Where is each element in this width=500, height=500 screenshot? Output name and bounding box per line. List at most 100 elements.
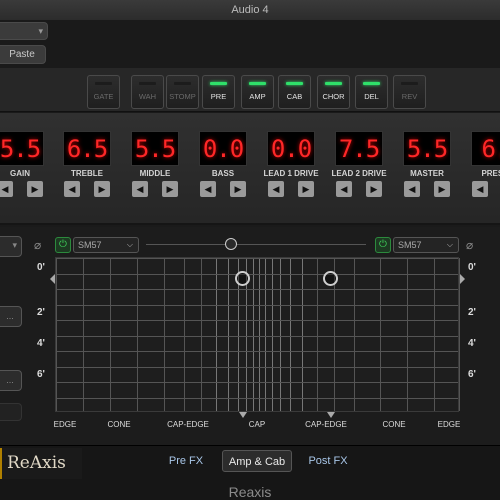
led-display[interactable]: 0.0 [199, 131, 247, 166]
pos-label-edge: EDGE [53, 420, 77, 429]
increment-icon[interactable]: ▶ [162, 181, 178, 197]
decrement-icon[interactable]: ◀ [200, 181, 216, 197]
mic-position-grid[interactable] [55, 257, 460, 412]
control-label: LEAD 2 DRIVE [331, 169, 387, 178]
tab-amp-cab[interactable]: Amp & Cab [222, 450, 292, 472]
control-middle: 5.5 MIDDLE ◀ ▶ [121, 131, 189, 197]
increment-icon[interactable]: ▶ [298, 181, 314, 197]
grid-line [56, 398, 458, 399]
grid-line [354, 258, 355, 411]
chevron-down-icon: ⌵ [126, 240, 133, 249]
decrement-icon[interactable]: ◀ [404, 181, 420, 197]
mic1-select[interactable]: SM57 ⌵ [73, 237, 139, 253]
grid-line [83, 258, 84, 411]
preset-dropdown[interactable]: ▾ [0, 22, 48, 40]
tab-pre-fx[interactable]: Pre FX [158, 450, 214, 472]
increment-icon[interactable]: ▶ [94, 181, 110, 197]
control-label: LEAD 1 DRIVE [263, 169, 319, 178]
fx-button-label: GATE [93, 92, 114, 101]
mic-blend-knob[interactable] [225, 238, 237, 250]
fx-button-chor[interactable]: CHOR [317, 75, 350, 109]
increment-icon[interactable]: ▶ [27, 181, 43, 197]
grid-line [56, 289, 458, 290]
fx-button-pre[interactable]: PRE [202, 75, 235, 109]
grid-line [434, 258, 435, 411]
paste-button[interactable]: Paste [0, 45, 46, 64]
control-label: MASTER [410, 169, 444, 178]
decrement-icon[interactable]: ◀ [132, 181, 148, 197]
phase-invert-icon[interactable]: ⌀ [34, 238, 41, 252]
tab-post-fx[interactable]: Post FX [300, 450, 356, 472]
led-indicator [325, 82, 342, 85]
decrement-icon[interactable]: ◀ [64, 181, 80, 197]
left-triangle-icon [50, 274, 55, 284]
grid-line [56, 367, 458, 368]
led-indicator [286, 82, 303, 85]
mic-blend-track[interactable] [146, 244, 366, 245]
led-display[interactable]: 6.5 [63, 131, 111, 166]
fx-button-stomp[interactable]: STOMP [166, 75, 199, 109]
control-label: MIDDLE [139, 169, 171, 178]
led-display[interactable]: 5.5 [0, 131, 44, 166]
decrement-icon[interactable]: ◀ [0, 181, 13, 197]
increment-icon[interactable]: ▶ [230, 181, 246, 197]
left-dropdown[interactable]: ▾ [0, 236, 22, 257]
grid-line [380, 258, 381, 411]
grid-line [259, 258, 260, 411]
mic2-power-icon[interactable]: ⏻ [375, 237, 391, 253]
grid-line [184, 258, 185, 411]
grid-line [302, 258, 303, 411]
grid-line [56, 351, 458, 352]
depth-label-0-right: 0' [468, 262, 476, 273]
fx-button-label: WAH [138, 92, 157, 101]
mic2-select[interactable]: SM57 ⌵ [393, 237, 459, 253]
led-indicator [174, 82, 191, 85]
led-display[interactable]: 6. [471, 131, 500, 166]
mic1-group: ⏻ SM57 ⌵ [55, 236, 139, 254]
decrement-icon[interactable]: ◀ [268, 181, 284, 197]
fx-button-cab[interactable]: CAB [278, 75, 311, 109]
fx-button-label: CAB [286, 92, 303, 101]
grid-line [407, 258, 408, 411]
control-label: GAIN [10, 169, 30, 178]
left-field[interactable] [0, 403, 22, 421]
brand-logo: ReAxis [0, 448, 82, 479]
led-display[interactable]: 5.5 [403, 131, 451, 166]
mic1-marker[interactable] [235, 271, 250, 286]
increment-icon[interactable]: ▶ [366, 181, 382, 197]
depth-label-4: 4' [37, 338, 45, 349]
chevron-down-icon: ⌵ [446, 240, 453, 249]
decrement-icon[interactable]: ◀ [336, 181, 352, 197]
fx-button-wah[interactable]: WAH [131, 75, 164, 109]
phase-invert-icon[interactable]: ⌀ [466, 238, 473, 252]
fx-button-label: AMP [249, 92, 266, 101]
control-treble: 6.5 TREBLE ◀ ▶ [53, 131, 121, 197]
chevron-down-icon: ▾ [12, 240, 17, 250]
control-label: BASS [211, 169, 235, 178]
fx-button-amp[interactable]: AMP [241, 75, 274, 109]
led-display[interactable]: 7.5 [335, 131, 383, 166]
led-display[interactable]: 5.5 [131, 131, 179, 166]
fx-button-gate[interactable]: GATE [87, 75, 120, 109]
fx-button-del[interactable]: DEL [355, 75, 388, 109]
decrement-icon[interactable]: ◀ [472, 181, 488, 197]
led-indicator [249, 82, 266, 85]
grid-line [56, 336, 458, 337]
led-indicator [139, 82, 156, 85]
grid-line [253, 258, 254, 411]
depth-label-4-right: 4' [468, 338, 476, 349]
pos-label-cap: CAP [248, 420, 266, 429]
right-triangle-icon [460, 274, 465, 284]
mic1-power-icon[interactable]: ⏻ [55, 237, 71, 253]
depth-label-2: 2' [37, 307, 45, 318]
browse-button-1[interactable]: ... [0, 306, 22, 327]
browse-button-2[interactable]: ... [0, 370, 22, 391]
led-display[interactable]: 0.0 [267, 131, 315, 166]
grid-line [216, 258, 217, 411]
grid-line [56, 320, 458, 321]
fx-button-rev[interactable]: REV [393, 75, 426, 109]
mic2-marker[interactable] [323, 271, 338, 286]
pos-label-cone: CONE [107, 420, 131, 429]
mic1-position-indicator [239, 412, 247, 418]
increment-icon[interactable]: ▶ [434, 181, 450, 197]
